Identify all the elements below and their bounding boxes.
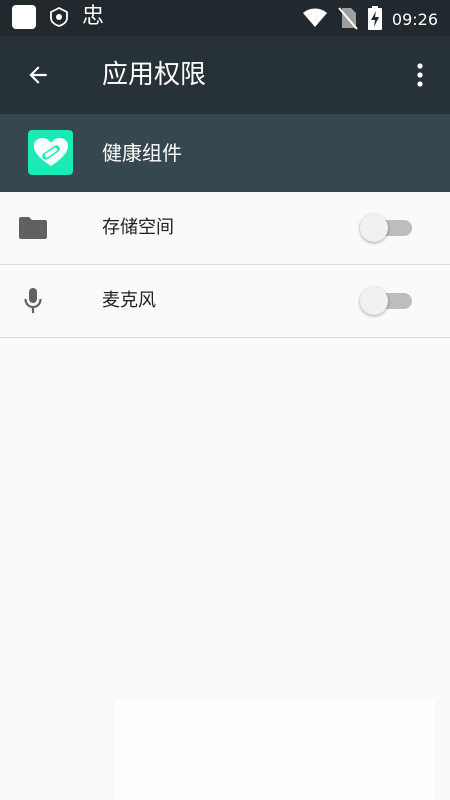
- status-bar: 忠 09:26: [0, 0, 450, 36]
- microphone-icon: [18, 287, 48, 315]
- page-title: 应用权限: [102, 60, 207, 90]
- app-permissions-screen: 忠 09:26 应用权限 健康组件 存储空间 麦克风: [0, 0, 450, 800]
- permission-label: 存储空间: [102, 217, 174, 238]
- white-square-icon: [12, 5, 36, 29]
- permission-row-microphone[interactable]: 麦克风: [0, 265, 450, 338]
- app-bar: 应用权限: [0, 36, 450, 114]
- app-name: 健康组件: [102, 141, 182, 165]
- arrow-back-icon: [29, 66, 47, 84]
- back-button[interactable]: [14, 51, 62, 99]
- wifi-icon: [302, 7, 328, 33]
- no-sim-icon: [338, 6, 358, 34]
- health-widget-app-icon: [28, 130, 73, 175]
- storage-toggle[interactable]: [360, 212, 416, 244]
- folder-icon: [18, 214, 48, 242]
- toggle-thumb: [360, 214, 388, 242]
- battery-charging-icon: [367, 6, 382, 34]
- more-options-button[interactable]: [400, 51, 440, 99]
- microphone-toggle[interactable]: [360, 285, 416, 317]
- app-header: 健康组件: [0, 114, 450, 192]
- toggle-thumb: [360, 287, 388, 315]
- system-icons: 09:26: [302, 6, 438, 34]
- notification-icons: 忠: [12, 5, 104, 29]
- permission-row-storage[interactable]: 存储空间: [0, 192, 450, 265]
- navigation-bar-area: [115, 700, 435, 800]
- more-vert-icon: [417, 63, 423, 87]
- badge-icon: [48, 6, 70, 28]
- permission-label: 麦克风: [102, 290, 156, 311]
- app-glyph-icon: 忠: [82, 4, 105, 29]
- clock: 09:26: [391, 10, 438, 29]
